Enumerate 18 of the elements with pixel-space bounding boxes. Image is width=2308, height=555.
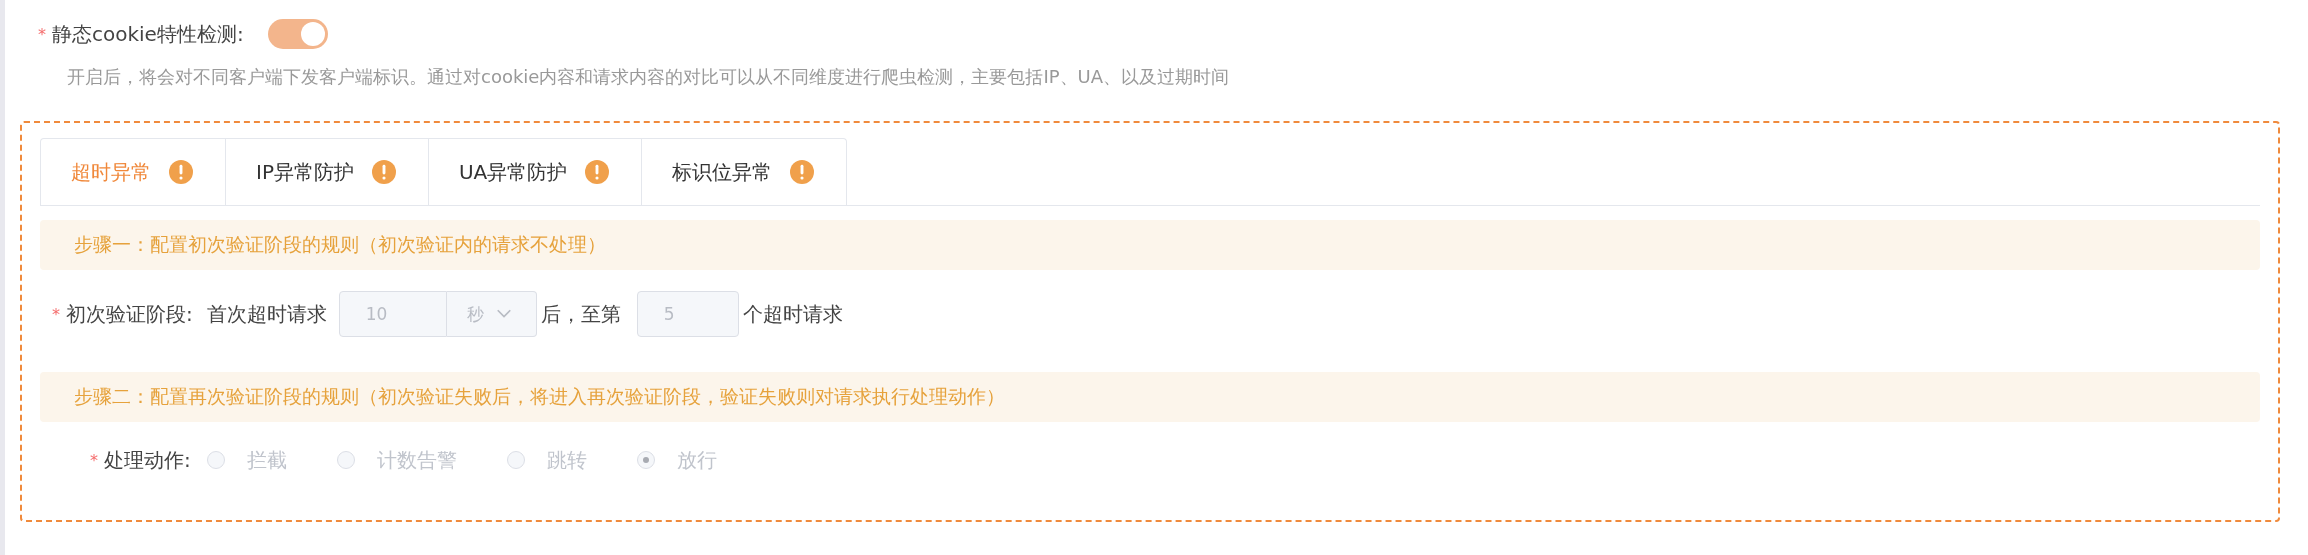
tab[interactable]: 标识位异常	[641, 139, 847, 205]
tab[interactable]: UA异常防护	[427, 139, 642, 205]
field-text: 首次超时请求	[206, 300, 327, 328]
field-label: 初次验证阶段:	[66, 300, 193, 328]
tab[interactable]: 超时异常	[41, 139, 225, 205]
required-mark: *	[90, 450, 98, 470]
description-text: 开启后，将会对不同客户端下发客户端标识。通过对cookie内容和请求内容的对比可以从不同维度进行爬虫检测，主要包括IP、UA、以及过期时间	[67, 65, 1231, 89]
tab[interactable]: IP异常防护	[225, 139, 428, 205]
step-text: 步骤一：配置初次验证阶段的规则（初次验证内的请求不处理）	[74, 232, 606, 257]
caret-icon	[495, 309, 512, 319]
toggle-switch[interactable]	[267, 19, 328, 49]
field-text: 后，至第	[540, 300, 621, 328]
step-text: 步骤二：配置再次验证阶段的规则（初次验证失败后，将进入再次验证阶段，验证失败则对请求执行处理动作）	[74, 384, 1005, 409]
required-mark: *	[38, 24, 46, 44]
required-mark: *	[52, 304, 60, 324]
field-text: 个超时请求	[742, 300, 843, 328]
field-label: 静态cookie特性检测:	[52, 20, 244, 48]
field-label: 处理动作:	[104, 446, 191, 474]
